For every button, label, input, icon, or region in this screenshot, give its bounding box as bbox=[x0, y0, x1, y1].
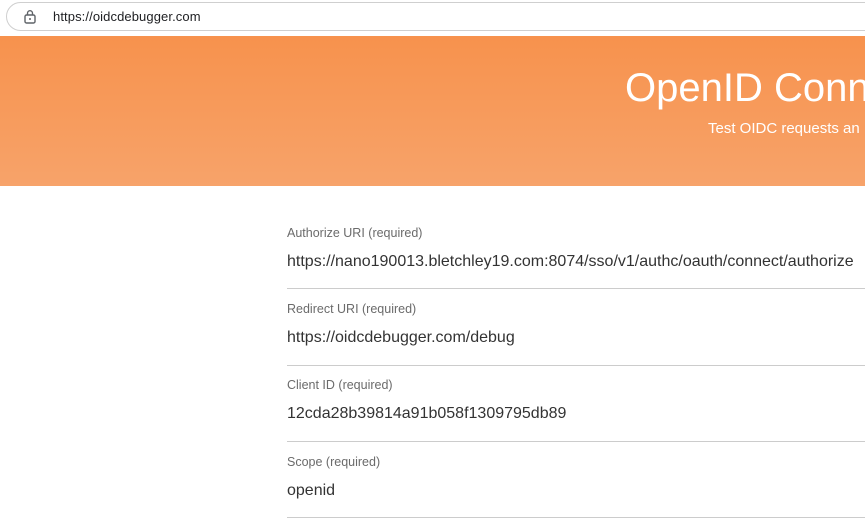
redirect-uri-label: Redirect URI (required) bbox=[287, 302, 417, 316]
redirect-uri-input[interactable]: https://oidcdebugger.com/debug bbox=[287, 329, 515, 347]
client-id-label: Client ID (required) bbox=[287, 378, 393, 392]
authorize-uri-underline bbox=[287, 288, 865, 289]
page-subtitle: Test OIDC requests an bbox=[708, 120, 860, 137]
hero-banner: OpenID Conne Test OIDC requests an bbox=[0, 36, 865, 186]
lock-icon[interactable] bbox=[23, 9, 37, 24]
browser-toolbar: https://oidcdebugger.com bbox=[0, 0, 865, 36]
page-title: OpenID Conne bbox=[625, 66, 865, 110]
authorize-uri-input[interactable]: https://nano190013.bletchley19.com:8074/… bbox=[287, 253, 854, 271]
redirect-uri-underline bbox=[287, 365, 865, 366]
client-id-input[interactable]: 12cda28b39814a91b058f1309795db89 bbox=[287, 405, 566, 423]
scope-input[interactable]: openid bbox=[287, 482, 335, 500]
client-id-underline bbox=[287, 441, 865, 442]
authorize-uri-label: Authorize URI (required) bbox=[287, 226, 423, 240]
url-text[interactable]: https://oidcdebugger.com bbox=[53, 9, 201, 24]
scope-label: Scope (required) bbox=[287, 455, 381, 469]
